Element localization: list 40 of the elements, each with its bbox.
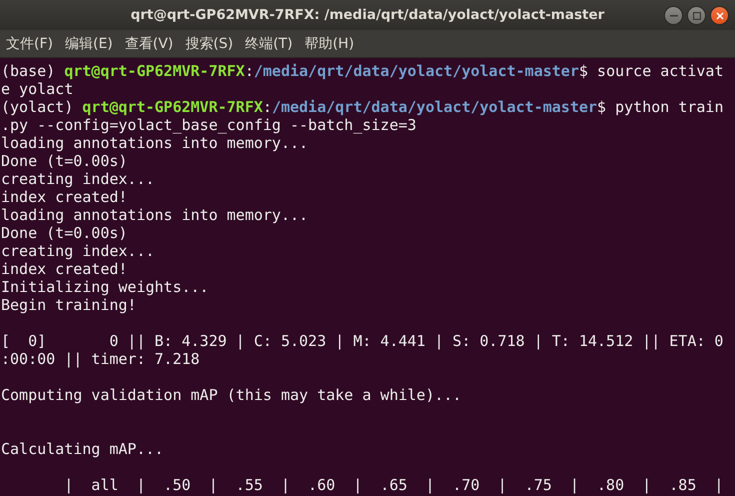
menu-item[interactable]: 搜索(S) xyxy=(181,34,242,52)
close-button[interactable] xyxy=(710,6,729,25)
menu-item[interactable]: 帮助(H) xyxy=(300,34,362,52)
terminal-text: :00:00 || timer: 7.218 xyxy=(1,350,200,368)
terminal-text: : xyxy=(244,62,254,80)
menu-item[interactable]: 编辑(E) xyxy=(60,34,121,52)
terminal-text: creating index... xyxy=(1,170,155,188)
terminal-text: | all | .50 | .55 | .60 | .65 | .70 | .75 | .80 | .85 | xyxy=(63,476,724,494)
maximize-icon xyxy=(692,12,700,20)
terminal-text: index created! xyxy=(1,188,128,206)
minimize-icon xyxy=(670,14,678,16)
terminal-text: index created! xyxy=(1,260,128,278)
terminal-text: Begin training! xyxy=(1,296,136,314)
terminal-text: $ python train xyxy=(597,98,724,116)
path-text: /media/qrt/data/yolact/yolact-master xyxy=(254,62,579,80)
maximize-button[interactable] xyxy=(687,6,706,25)
terminal-text: : xyxy=(262,98,272,116)
terminal-text: Calculating mAP... xyxy=(1,440,164,458)
user-host-text: qrt@qrt-GP62MVR-7RFX xyxy=(64,62,245,80)
path-text: /media/qrt/data/yolact/yolact-master xyxy=(272,98,598,116)
minimize-button[interactable] xyxy=(664,6,683,25)
terminal-text: Computing validation mAP (this may take a while)... xyxy=(1,386,462,404)
terminal-text: Initializing weights... xyxy=(1,278,209,296)
terminal-text: [ 0] 0 || B: 4.329 | C: 5.023 | M: 4.441 | S: 0.718 | T: 14.512 || ETA: 0 xyxy=(1,332,724,350)
close-icon xyxy=(716,12,724,20)
terminal-text: (yolact) xyxy=(1,98,74,116)
user-host-text: qrt@qrt-GP62MVR-7RFX xyxy=(82,98,263,116)
window-title: qrt@qrt-GP62MVR-7RFX: /media/qrt/data/yolact/yolact-master xyxy=(130,7,604,23)
terminal-text: .py --config=yolact_base_config --batch_size=3 xyxy=(1,116,416,134)
menu-item[interactable]: 查看(V) xyxy=(120,34,182,52)
terminal-text: loading annotations into memory... xyxy=(1,134,308,152)
terminal-text: $ source activat xyxy=(578,62,724,80)
terminal-text: Done (t=0.00s) xyxy=(1,224,128,242)
terminal-text: (base) xyxy=(1,62,56,80)
terminal-text: Done (t=0.00s) xyxy=(1,152,128,170)
terminal-text: loading annotations into memory... xyxy=(1,206,308,224)
menu-item[interactable]: 文件(F) xyxy=(2,34,61,52)
terminal-text: e yolact xyxy=(1,80,74,98)
terminal-text: creating index... xyxy=(1,242,155,260)
menu-item[interactable]: 终端(T) xyxy=(241,34,301,52)
